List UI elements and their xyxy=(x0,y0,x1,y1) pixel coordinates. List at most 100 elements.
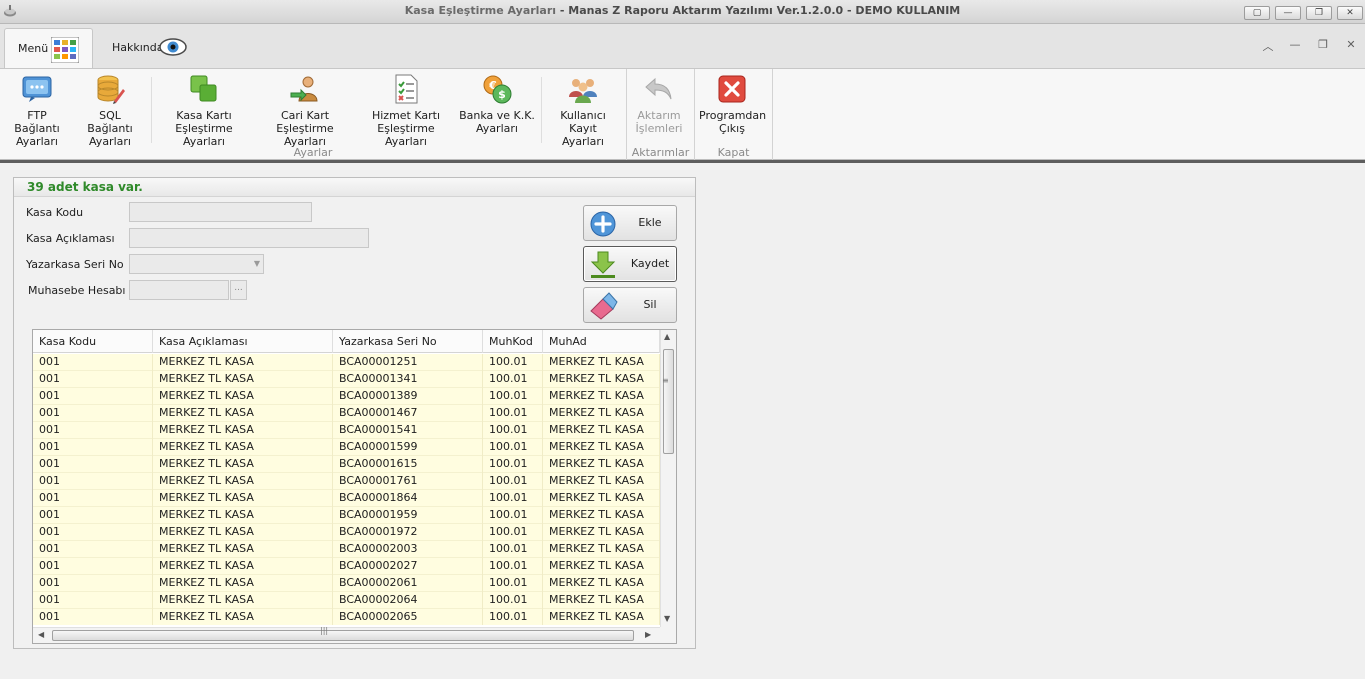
hizmet-matching-label-1: Hizmet Kartı xyxy=(371,109,441,122)
table-cell: BCA00001251 xyxy=(333,354,483,371)
scroll-grip-icon: ≡ xyxy=(662,376,669,385)
table-row[interactable]: 001 MERKEZ TL KASA BCA00001761 100.01 MERKEZ… xyxy=(33,473,660,490)
table-cell: BCA00001761 xyxy=(333,473,483,490)
tab-menu[interactable]: Menü xyxy=(4,28,93,69)
mdi-minimize-icon[interactable]: — xyxy=(1287,38,1303,54)
hizmet-matching-button[interactable]: Hizmet Kartı Eşleştirme Ayarları xyxy=(359,73,453,148)
horizontal-scrollbar[interactable]: ◀ ||| ▶ xyxy=(33,626,660,643)
ribbon-item-separator xyxy=(151,77,152,143)
table-cell: BCA00001467 xyxy=(333,405,483,422)
table-cell: MERKEZ TL KASA xyxy=(543,405,660,422)
table-row[interactable]: 001 MERKEZ TL KASA BCA00001341 100.01 MERKEZ… xyxy=(33,371,660,388)
restore-window-button[interactable]: ▢ xyxy=(1244,6,1270,20)
table-row[interactable]: 001 MERKEZ TL KASA BCA00001615 100.01 MERKEZ… xyxy=(33,456,660,473)
kasa-grid[interactable]: Kasa Kodu Kasa Açıklaması Yazarkasa Seri… xyxy=(32,329,677,644)
muhasebe-hesabi-browse-button[interactable]: ... xyxy=(230,280,247,300)
table-cell: MERKEZ TL KASA xyxy=(543,507,660,524)
eye-icon xyxy=(159,38,187,56)
table-cell: BCA00002061 xyxy=(333,575,483,592)
currency-coins-icon: € $ xyxy=(483,75,512,104)
table-cell: MERKEZ TL KASA xyxy=(543,388,660,405)
kasa-count-label: 39 adet kasa var. xyxy=(27,180,143,194)
table-cell: BCA00001389 xyxy=(333,388,483,405)
delete-button[interactable]: Sil xyxy=(583,287,677,323)
table-cell: 001 xyxy=(33,405,153,422)
exit-program-label-1: Programdan xyxy=(699,109,767,122)
kasa-kodu-input[interactable] xyxy=(129,202,312,222)
sql-settings-button[interactable]: SQL Bağlantı Ayarları xyxy=(76,73,144,148)
close-button[interactable]: ✕ xyxy=(1337,6,1363,20)
table-cell: 100.01 xyxy=(483,575,543,592)
table-cell: MERKEZ TL KASA xyxy=(153,422,333,439)
banka-settings-label-1: Banka ve K.K. xyxy=(459,109,535,122)
hizmet-matching-label-2: Eşleştirme Ayarları xyxy=(377,122,435,148)
banka-settings-button[interactable]: € $ Banka ve K.K. Ayarları xyxy=(458,73,536,135)
table-row[interactable]: 001 MERKEZ TL KASA BCA00001251 100.01 MERKEZ… xyxy=(33,354,660,371)
maximize-button[interactable]: ❐ xyxy=(1306,6,1332,20)
mdi-close-icon[interactable]: ✕ xyxy=(1343,38,1359,54)
table-cell: MERKEZ TL KASA xyxy=(543,439,660,456)
table-row[interactable]: 001 MERKEZ TL KASA BCA00001972 100.01 MERKEZ… xyxy=(33,524,660,541)
table-row[interactable]: 001 MERKEZ TL KASA BCA00001541 100.01 MERKEZ… xyxy=(33,422,660,439)
scroll-up-icon[interactable]: ▲ xyxy=(664,332,670,341)
user-settings-button[interactable]: Kullanıcı Kayıt Ayarları xyxy=(547,73,619,148)
ftp-settings-label-1: FTP Bağlantı xyxy=(14,109,60,135)
scroll-right-icon[interactable]: ▶ xyxy=(645,630,651,639)
table-cell: 100.01 xyxy=(483,490,543,507)
eraser-icon xyxy=(590,292,618,320)
collapse-ribbon-icon[interactable]: ︿ xyxy=(1260,38,1276,54)
add-button[interactable]: Ekle xyxy=(583,205,677,241)
cari-matching-button[interactable]: Cari Kart Eşleştirme Ayarları xyxy=(258,73,352,148)
scroll-left-icon[interactable]: ◀ xyxy=(38,630,44,639)
muhasebe-hesabi-input[interactable] xyxy=(129,280,229,300)
table-row[interactable]: 001 MERKEZ TL KASA BCA00001959 100.01 MERKEZ… xyxy=(33,507,660,524)
vertical-scroll-thumb[interactable] xyxy=(663,349,674,454)
ribbon-item-separator xyxy=(541,77,542,143)
ftp-settings-button[interactable]: FTP Bağlantı Ayarları xyxy=(4,73,70,148)
person-arrow-icon xyxy=(290,76,318,102)
kasa-kodu-label: Kasa Kodu xyxy=(26,206,84,219)
table-cell: BCA00002065 xyxy=(333,609,483,625)
tab-hakkinda[interactable]: Hakkında xyxy=(100,34,200,62)
column-header-muhad[interactable]: MuhAd xyxy=(543,330,660,353)
table-cell: BCA00002064 xyxy=(333,592,483,609)
table-row[interactable]: 001 MERKEZ TL KASA BCA00002027 100.01 MERKEZ… xyxy=(33,558,660,575)
table-cell: 100.01 xyxy=(483,388,543,405)
mdi-restore-icon[interactable]: ❐ xyxy=(1315,38,1331,54)
window-title: Kasa Eşleştirme Ayarları - Manas Z Rapor… xyxy=(0,4,1365,17)
cari-matching-label-1: Cari Kart xyxy=(280,109,330,122)
table-row[interactable]: 001 MERKEZ TL KASA BCA00002065 100.01 MERKEZ… xyxy=(33,609,660,625)
table-cell: 001 xyxy=(33,507,153,524)
vertical-scrollbar[interactable]: ▲ ≡ ▼ xyxy=(660,330,676,627)
minimize-button[interactable]: — xyxy=(1275,6,1301,20)
chevron-down-icon[interactable]: ▼ xyxy=(254,259,260,268)
table-cell: MERKEZ TL KASA xyxy=(153,473,333,490)
scroll-down-icon[interactable]: ▼ xyxy=(664,614,670,623)
table-cell: 001 xyxy=(33,473,153,490)
table-cell: MERKEZ TL KASA xyxy=(543,490,660,507)
table-row[interactable]: 001 MERKEZ TL KASA BCA00001467 100.01 MERKEZ… xyxy=(33,405,660,422)
user-settings-label-1: Kullanıcı xyxy=(560,109,606,122)
ftp-monitor-icon xyxy=(22,76,52,102)
table-row[interactable]: 001 MERKEZ TL KASA BCA00001389 100.01 MERKEZ… xyxy=(33,388,660,405)
table-row[interactable]: 001 MERKEZ TL KASA BCA00001599 100.01 MERKEZ… xyxy=(33,439,660,456)
checklist-icon xyxy=(395,74,418,104)
column-header-yazarkasa-seri-no[interactable]: Yazarkasa Seri No xyxy=(333,330,483,353)
table-row[interactable]: 001 MERKEZ TL KASA BCA00002064 100.01 MERKEZ… xyxy=(33,592,660,609)
kasa-matching-button[interactable]: Kasa Kartı Eşleştirme Ayarları xyxy=(157,73,251,148)
save-button[interactable]: Kaydet xyxy=(583,246,677,282)
horizontal-scroll-thumb[interactable] xyxy=(52,630,634,641)
column-header-kasa-kodu[interactable]: Kasa Kodu xyxy=(33,330,153,353)
table-row[interactable]: 001 MERKEZ TL KASA BCA00002061 100.01 MERKEZ… xyxy=(33,575,660,592)
transfer-operations-button[interactable]: Aktarım İşlemleri xyxy=(631,73,687,135)
exit-program-button[interactable]: Programdan Çıkış xyxy=(699,73,767,135)
cari-matching-label-2: Eşleştirme Ayarları xyxy=(276,122,334,148)
table-row[interactable]: 001 MERKEZ TL KASA BCA00001864 100.01 MERKEZ… xyxy=(33,490,660,507)
yazarkasa-seri-no-combo[interactable]: ▼ xyxy=(129,254,264,274)
column-header-kasa-aciklamasi[interactable]: Kasa Açıklaması xyxy=(153,330,333,353)
save-button-label: Kaydet xyxy=(630,257,670,270)
table-row[interactable]: 001 MERKEZ TL KASA BCA00002003 100.01 MERKEZ… xyxy=(33,541,660,558)
kasa-aciklamasi-input[interactable] xyxy=(129,228,369,248)
column-header-muhkod[interactable]: MuhKod xyxy=(483,330,543,353)
table-cell: 001 xyxy=(33,490,153,507)
